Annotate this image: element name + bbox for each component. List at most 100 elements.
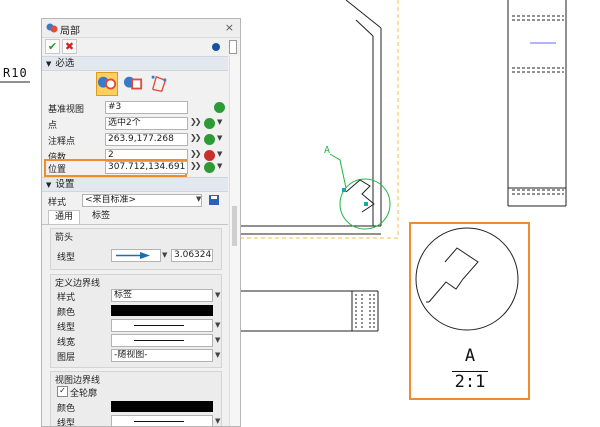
view-border (240, 0, 399, 239)
detail-view-letter: A (464, 346, 476, 366)
expand-chevron-icon[interactable]: ❯❯ (190, 117, 201, 126)
dropdown-arrow-icon[interactable]: ▼ (215, 351, 220, 359)
collapse-triangle-icon: ▼ (46, 60, 52, 68)
full-outline-label: 全轮廓 (70, 389, 98, 399)
boundary-lineweight-row: 线宽 ▼ (51, 334, 223, 348)
view-boundary-group: 视图边界线 ✓ 全轮廓 颜色 线型 ▼ (50, 371, 223, 427)
view-boundary-linetype-row: 线型 ▼ (51, 415, 223, 427)
ok-button[interactable]: ✔ (45, 39, 60, 54)
panel-title: 局部 (60, 26, 80, 37)
info-icon[interactable] (212, 43, 220, 51)
view-boundary-color-row: 颜色 (51, 400, 223, 414)
base-view-label: 基准视图 (48, 105, 85, 115)
position-label: 位置 (48, 165, 67, 175)
cancel-button[interactable]: ✖ (62, 39, 77, 54)
arrow-size-field[interactable]: 3.06324 (171, 249, 213, 262)
detail-polygon-icon[interactable] (148, 72, 170, 96)
pick-point-icon[interactable] (204, 134, 215, 145)
detail-view-scale: 2:1 (454, 372, 486, 392)
position-row: 位置 307.712,134.691 ❯❯ ▼ (42, 161, 228, 175)
panel-content: ▼ 必选 基准视图 #3 点 选中2个 ❯❯ ▼ 注释点 263.9,177.2… (42, 56, 228, 427)
grip-point (364, 202, 368, 206)
annotation-point-row: 注释点 263.9,177.268 ❯❯ ▼ (42, 133, 228, 147)
style-select[interactable]: <来自标准> (82, 194, 202, 207)
boundary-linetype-row: 线型 ▼ (51, 319, 223, 333)
detail-view-app-icon (46, 23, 58, 33)
dropdown-arrow-icon[interactable]: ▼ (162, 251, 167, 259)
base-view-field[interactable]: #3 (105, 101, 188, 114)
expand-chevron-icon[interactable]: ❯❯ (190, 133, 201, 142)
full-outline-row: ✓ 全轮廓 (51, 385, 223, 399)
arrow-type-select[interactable] (111, 249, 161, 262)
boundary-color-swatch[interactable] (111, 305, 213, 316)
dropdown-arrow-icon[interactable]: ▼ (217, 150, 222, 158)
dropdown-arrow-icon[interactable]: ▼ (215, 336, 220, 344)
tab-label[interactable]: 标签 (86, 210, 116, 223)
pick-position-icon[interactable] (204, 162, 215, 173)
boundary-line-group: 定义边界线 样式 标签 ▼ 颜色 线型 ▼ 线宽 ▼ 图层 -随视图- ▼ (50, 274, 222, 368)
boundary-linetype-select[interactable] (111, 319, 213, 332)
dropdown-arrow-icon[interactable]: ▼ (217, 134, 222, 142)
panel-titlebar[interactable]: 局部 × (42, 19, 240, 38)
view-boundary-color-label: 颜色 (57, 404, 76, 414)
boundary-linetype-label: 线型 (57, 323, 76, 333)
pick-view-icon[interactable] (214, 102, 225, 113)
position-field[interactable]: 307.712,134.691 (105, 161, 188, 174)
point-label: 点 (48, 121, 58, 131)
dropdown-arrow-icon[interactable]: ▼ (215, 321, 220, 329)
part-outline-bottom (240, 290, 379, 332)
base-view-row: 基准视图 #3 (42, 101, 228, 115)
settings-tabs: 通用 标签 (42, 208, 228, 224)
pick-scale-icon[interactable] (204, 150, 215, 161)
boundary-color-row: 颜色 (51, 304, 223, 318)
annotation-point-label: 注释点 (48, 137, 76, 147)
part-outline-right (507, 0, 567, 207)
boundary-layer-select[interactable]: -随视图- (111, 349, 213, 362)
settings-section-header[interactable]: ▼ 设置 (42, 177, 228, 192)
arrow-linetype-row: 线型 ▼ 3.06324 (51, 249, 223, 263)
boundary-style-row: 样式 标签 ▼ (51, 289, 223, 303)
dropdown-arrow-icon[interactable]: ▼ (215, 291, 220, 299)
boundary-style-select[interactable]: 标签 (111, 289, 213, 302)
arrow-linetype-label: 线型 (57, 253, 76, 263)
boundary-layer-row: 图层 -随视图- ▼ (51, 349, 223, 363)
detail-circle-icon[interactable] (96, 72, 118, 96)
style-label: 样式 (48, 198, 67, 208)
view-boundary-color-swatch[interactable] (111, 401, 213, 412)
bookmark-icon[interactable] (229, 40, 237, 54)
tab-divider (42, 224, 228, 225)
close-icon[interactable]: × (225, 21, 234, 34)
pick-point-icon[interactable] (204, 118, 215, 129)
tab-general[interactable]: 通用 (48, 210, 81, 224)
dropdown-arrow-icon[interactable]: ▼ (217, 118, 222, 126)
boundary-lineweight-select[interactable] (111, 334, 213, 347)
required-section-header[interactable]: ▼ 必选 (42, 56, 228, 71)
expand-chevron-icon[interactable]: ❯❯ (190, 149, 201, 158)
settings-section-label: 设置 (55, 179, 75, 190)
dropdown-arrow-icon[interactable]: ▼ (217, 162, 222, 170)
scrollbar-thumb[interactable] (232, 206, 237, 246)
expand-chevron-icon[interactable]: ❯❯ (190, 161, 201, 170)
save-style-icon[interactable] (208, 194, 220, 206)
boundary-style-label: 样式 (57, 293, 76, 303)
part-outline-top (237, 0, 382, 235)
required-section-label: 必选 (55, 58, 75, 69)
detail-rect-icon[interactable] (122, 72, 144, 96)
detail-notch (345, 179, 375, 213)
detail-view-marker-label[interactable]: A (324, 145, 330, 156)
grip-point (342, 188, 346, 192)
panel-scrollbar[interactable] (229, 56, 240, 426)
full-outline-checkbox[interactable]: ✓ (57, 386, 68, 397)
panel-toolbar: ✔ ✖ (42, 38, 240, 56)
dropdown-arrow-icon[interactable]: ▼ (196, 195, 201, 203)
boundary-color-label: 颜色 (57, 308, 76, 318)
dropdown-arrow-icon[interactable]: ▼ (215, 417, 220, 425)
point-row: 点 选中2个 ❯❯ ▼ (42, 117, 228, 131)
point-field[interactable]: 选中2个 (105, 117, 188, 130)
boundary-layer-label: 图层 (57, 353, 76, 363)
radius-dimension-label: R10 (3, 66, 28, 80)
collapse-triangle-icon: ▼ (46, 181, 52, 189)
view-boundary-linetype-label: 线型 (57, 419, 76, 427)
view-boundary-linetype-select[interactable] (111, 415, 213, 426)
annotation-point-field[interactable]: 263.9,177.268 (105, 133, 188, 146)
